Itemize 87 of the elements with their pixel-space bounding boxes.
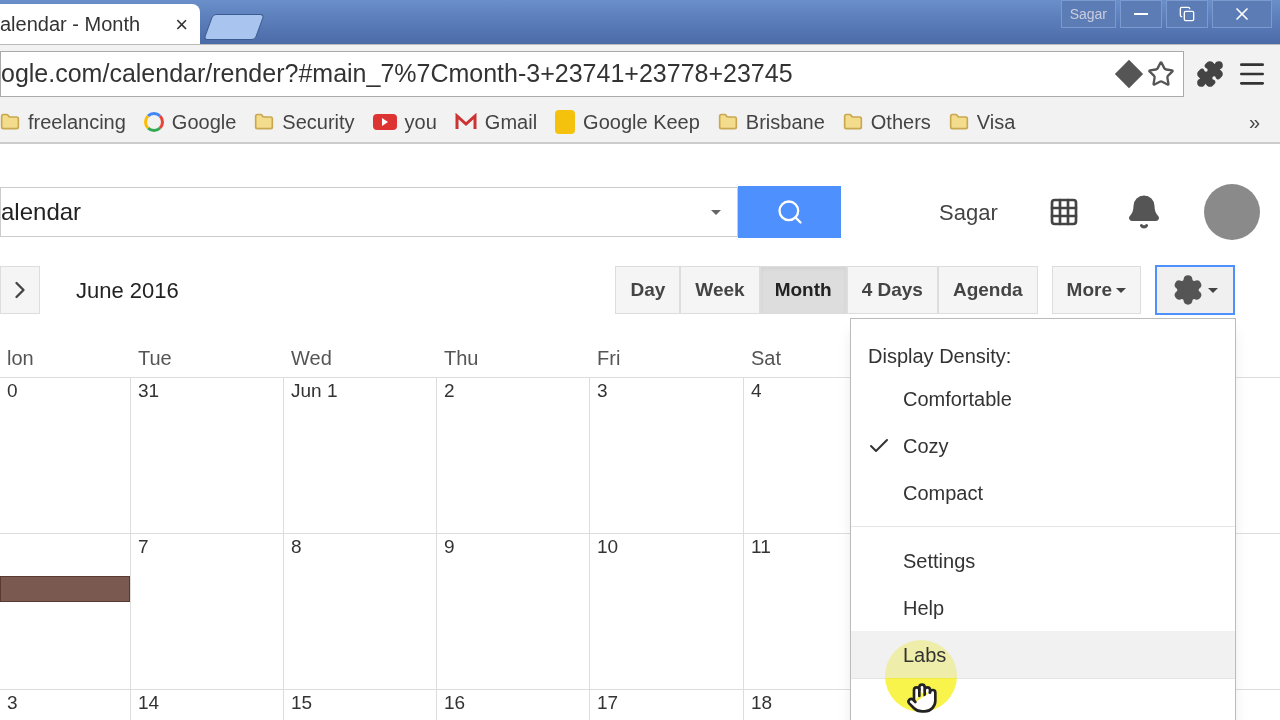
- google-logo-icon: [143, 112, 164, 132]
- settings-button[interactable]: [1155, 265, 1235, 315]
- day-cell[interactable]: 3: [590, 378, 744, 533]
- caret-icon: [1116, 287, 1126, 293]
- day-cell[interactable]: 10: [590, 534, 744, 689]
- day-cell[interactable]: 8: [284, 534, 437, 689]
- day-number: 31: [138, 381, 161, 400]
- folder-icon: [0, 112, 20, 132]
- day-number: 10: [597, 537, 620, 556]
- day-number: 3: [7, 693, 19, 712]
- caret-icon: [1208, 287, 1218, 293]
- bookmark[interactable]: Google: [143, 106, 237, 138]
- bookmark[interactable]: Others: [842, 106, 931, 138]
- more-bookmarks-button[interactable]: »: [1248, 107, 1260, 137]
- more-button[interactable]: More: [1051, 266, 1141, 314]
- bookmark[interactable]: Security: [254, 106, 355, 138]
- day-number: 7: [138, 537, 150, 556]
- restore-button[interactable]: [1166, 0, 1208, 28]
- day-cell[interactable]: 2: [437, 378, 590, 533]
- user-name[interactable]: Sagar: [939, 195, 998, 229]
- day-cell[interactable]: 9: [437, 534, 590, 689]
- search-button[interactable]: [738, 186, 841, 238]
- browser-tab[interactable]: alendar - Month ×: [0, 4, 200, 44]
- day-cell[interactable]: 7: [131, 534, 284, 689]
- minimize-button[interactable]: [1120, 0, 1162, 28]
- star-icon[interactable]: [1147, 59, 1175, 88]
- day-cell[interactable]: 31: [131, 378, 284, 533]
- next-button[interactable]: [0, 266, 40, 314]
- day-number: 3: [597, 381, 609, 400]
- day-number: 14: [138, 693, 161, 712]
- view-tab[interactable]: Agenda: [937, 266, 1038, 314]
- hand-cursor-icon: [906, 682, 938, 714]
- close-icon[interactable]: ×: [175, 7, 188, 41]
- envelope-m-icon: [454, 113, 477, 131]
- puzzle-icon[interactable]: [1196, 59, 1224, 88]
- day-number: 18: [751, 693, 774, 712]
- folder-icon: [948, 112, 969, 132]
- bookmark[interactable]: Visa: [948, 106, 1016, 138]
- day-number: 0: [7, 381, 19, 400]
- day-number: 17: [597, 693, 620, 712]
- folder-icon: [717, 112, 738, 132]
- view-tab[interactable]: Week: [680, 266, 760, 314]
- period-title: June 2016: [76, 276, 179, 305]
- menu-heading: Display Density:: [867, 344, 1013, 369]
- search-field[interactable]: alendar: [0, 187, 738, 237]
- view-tab[interactable]: Month: [759, 266, 847, 314]
- day-number: 15: [291, 693, 314, 712]
- folder-icon: [254, 112, 275, 132]
- bookmark[interactable]: you: [372, 106, 437, 138]
- new-tab-button[interactable]: [203, 14, 265, 40]
- address-bar[interactable]: ogle.com/calendar/render?#main_7%7Cmonth-3+23741+23778+23745: [0, 50, 1184, 97]
- view-tab[interactable]: Day: [615, 266, 681, 314]
- day-cell[interactable]: 15: [284, 690, 437, 720]
- weekday-label: Sat: [751, 345, 782, 371]
- dropdown-caret-icon[interactable]: [711, 209, 721, 215]
- bookmark[interactable]: Gmail: [454, 106, 538, 138]
- menu-item[interactable]: Labs: [851, 631, 1235, 678]
- day-number: 11: [751, 537, 772, 556]
- weekday-label: lon: [7, 345, 34, 371]
- day-number: 2: [444, 381, 456, 400]
- day-cell[interactable]: Jun 1: [284, 378, 437, 533]
- day-number: 16: [444, 693, 467, 712]
- day-cell[interactable]: 3: [0, 690, 131, 720]
- weekday-label: Thu: [444, 345, 479, 371]
- restore-icon: [1179, 6, 1195, 22]
- day-cell[interactable]: [0, 534, 131, 689]
- play-icon: [372, 114, 397, 130]
- day-number: Jun 1: [291, 381, 339, 400]
- day-cell[interactable]: 17: [590, 690, 744, 720]
- gear-icon: [1172, 274, 1204, 306]
- day-cell[interactable]: 0: [0, 378, 131, 533]
- close-window-button[interactable]: [1212, 0, 1272, 28]
- day-number: 9: [444, 537, 456, 556]
- day-number: 4: [751, 381, 763, 400]
- bookmark[interactable]: Brisbane: [717, 106, 825, 138]
- view-tab[interactable]: 4 Days: [846, 266, 938, 314]
- day-number: 8: [291, 537, 303, 556]
- bookmark[interactable]: Google Keep: [555, 106, 700, 138]
- day-cell[interactable]: 16: [437, 690, 590, 720]
- weekday-label: Fri: [597, 345, 621, 371]
- bookmark[interactable]: freelancing: [0, 106, 126, 138]
- search-icon: [775, 198, 804, 226]
- minimize-icon: [1134, 13, 1148, 15]
- weekday-label: Wed: [291, 345, 332, 371]
- folder-icon: [842, 112, 863, 132]
- weekday-label: Tue: [138, 345, 172, 371]
- day-cell[interactable]: 14: [131, 690, 284, 720]
